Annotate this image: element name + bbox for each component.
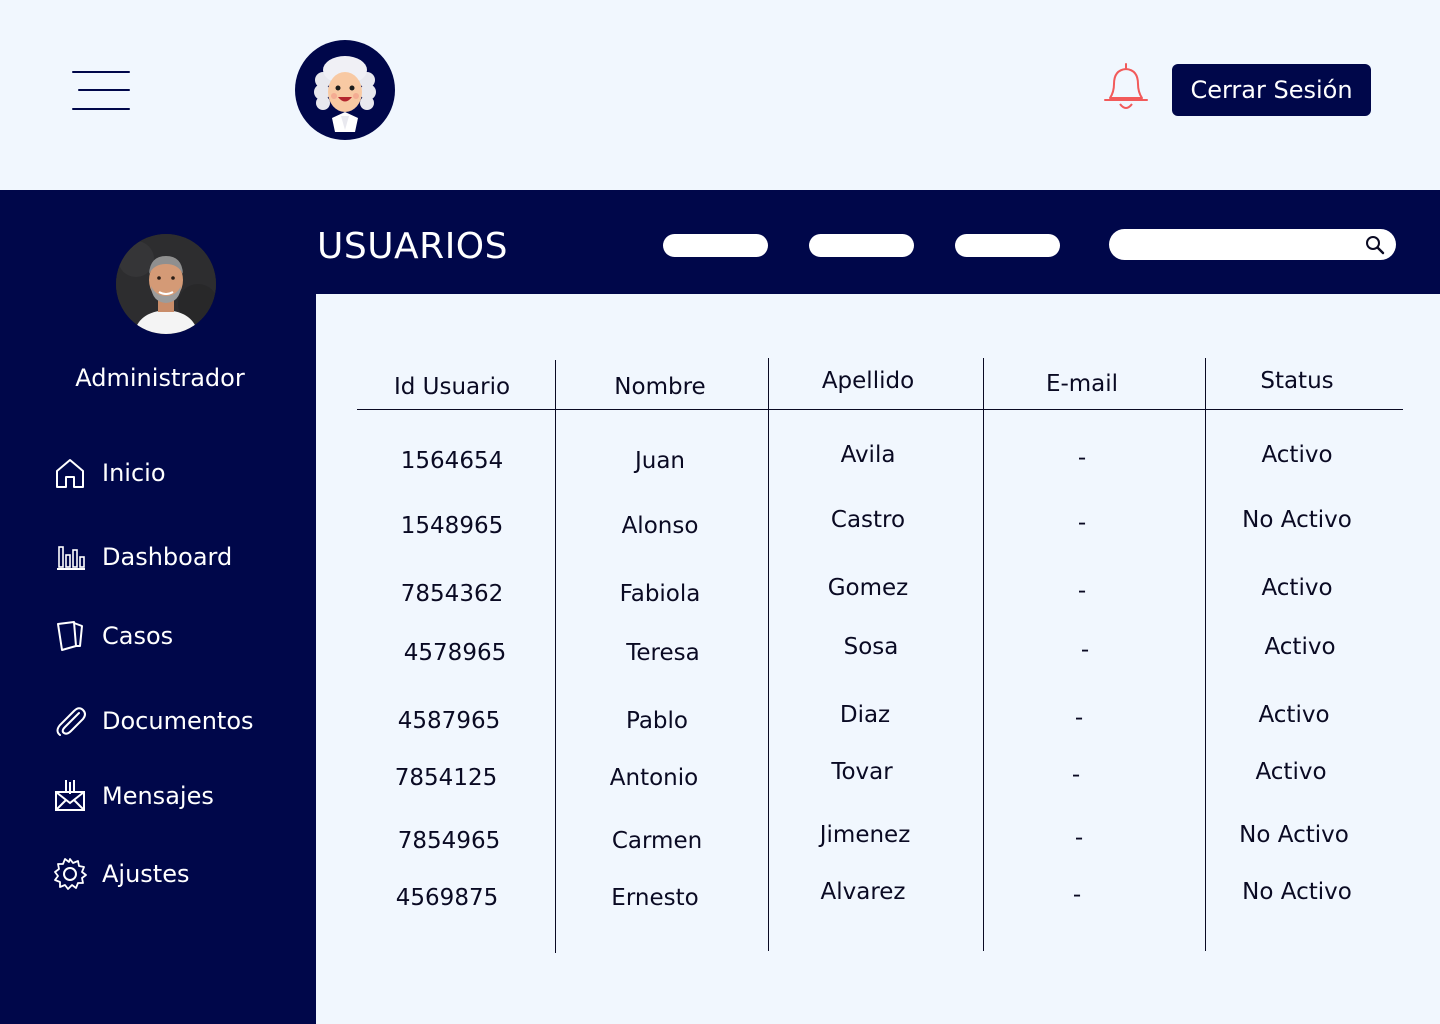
- search-icon[interactable]: [1364, 234, 1386, 256]
- cell-status: Activo: [1261, 442, 1333, 468]
- cell-email: -: [1080, 637, 1090, 663]
- cell-nombre: Juan: [634, 448, 686, 474]
- cell-apellido: Tovar: [831, 759, 893, 785]
- avatar[interactable]: [116, 234, 216, 334]
- cell-nombre: Alonso: [621, 513, 699, 539]
- cell-apellido: Jimenez: [819, 822, 911, 848]
- sidebar-item-inicio[interactable]: Inicio: [52, 451, 166, 495]
- cell-id: 4569875: [395, 885, 499, 911]
- column-divider: [555, 360, 556, 953]
- cell-nombre: Carmen: [611, 828, 703, 854]
- cell-status: No Activo: [1239, 822, 1349, 848]
- cell-apellido: Alvarez: [820, 879, 906, 905]
- app-logo: [295, 40, 395, 140]
- cell-id: 7854362: [400, 581, 504, 607]
- cell-email: -: [1077, 445, 1087, 471]
- cell-email: -: [1071, 762, 1081, 788]
- cell-apellido: Avila: [840, 442, 896, 468]
- filter-button-1[interactable]: [663, 234, 768, 257]
- cell-email: -: [1074, 705, 1084, 731]
- sidebar-item-documentos[interactable]: Documentos: [52, 699, 254, 743]
- cell-apellido: Diaz: [839, 702, 891, 728]
- cell-email: -: [1077, 578, 1087, 604]
- top-header: Cerrar Sesión: [0, 0, 1440, 190]
- cell-id: 1564654: [400, 448, 504, 474]
- sidebar-item-label: Casos: [102, 622, 174, 650]
- column-header-id: Id Usuario: [393, 374, 511, 400]
- cell-id: 7854125: [394, 765, 498, 791]
- cell-status: Activo: [1258, 702, 1330, 728]
- cell-id: 7854965: [397, 828, 501, 854]
- sidebar-item-label: Documentos: [102, 707, 254, 735]
- cell-email: -: [1072, 882, 1082, 908]
- hamburger-menu-icon[interactable]: [72, 70, 130, 112]
- cell-apellido: Castro: [830, 507, 906, 533]
- cell-status: No Activo: [1242, 879, 1352, 905]
- cell-email: -: [1077, 510, 1087, 536]
- gear-icon: [52, 856, 88, 892]
- filter-button-2[interactable]: [809, 234, 914, 257]
- cell-status: Activo: [1255, 759, 1327, 785]
- sidebar-item-label: Mensajes: [102, 782, 214, 810]
- logout-button[interactable]: Cerrar Sesión: [1172, 64, 1371, 116]
- folder-icon: [52, 618, 88, 654]
- cell-email: -: [1074, 825, 1084, 851]
- cell-nombre: Pablo: [626, 708, 688, 734]
- sidebar-item-label: Ajustes: [102, 860, 190, 888]
- page-title: USUARIOS: [317, 226, 508, 267]
- search-bar: [1109, 229, 1396, 260]
- cell-nombre: Fabiola: [619, 581, 701, 607]
- home-icon: [52, 455, 88, 491]
- sidebar: Administrador: [0, 190, 316, 1024]
- cell-status: Activo: [1264, 634, 1336, 660]
- sidebar-item-casos[interactable]: Casos: [52, 614, 173, 658]
- paperclip-icon: [52, 703, 88, 739]
- cell-nombre: Teresa: [626, 640, 700, 666]
- sidebar-item-ajustes[interactable]: Ajustes: [52, 852, 189, 896]
- header-divider: [357, 409, 1403, 410]
- notification-bell-icon[interactable]: [1100, 60, 1152, 114]
- sidebar-item-mensajes[interactable]: Mensajes: [52, 774, 214, 818]
- mail-icon: [52, 778, 88, 814]
- sidebar-item-dashboard[interactable]: Dashboard: [52, 535, 232, 579]
- cell-apellido: Sosa: [843, 634, 899, 660]
- cell-nombre: Antonio: [609, 765, 699, 791]
- column-header-email: E-mail: [1045, 371, 1119, 397]
- cell-status: Activo: [1261, 575, 1333, 601]
- filter-button-3[interactable]: [955, 234, 1060, 257]
- column-header-apellido: Apellido: [821, 368, 915, 394]
- search-input[interactable]: [1123, 233, 1353, 256]
- cell-status: No Activo: [1242, 507, 1352, 533]
- column-header-status: Status: [1260, 368, 1334, 394]
- bar-chart-icon: [52, 539, 88, 575]
- cell-id: 1548965: [400, 513, 504, 539]
- cell-id: 4578965: [403, 640, 507, 666]
- sidebar-item-label: Dashboard: [102, 543, 233, 571]
- cell-id: 4587965: [397, 708, 501, 734]
- cell-apellido: Gomez: [827, 575, 909, 601]
- column-header-nombre: Nombre: [614, 374, 706, 400]
- sidebar-item-label: Inicio: [102, 459, 166, 487]
- user-role: Administrador: [75, 364, 245, 392]
- cell-nombre: Ernesto: [611, 885, 699, 911]
